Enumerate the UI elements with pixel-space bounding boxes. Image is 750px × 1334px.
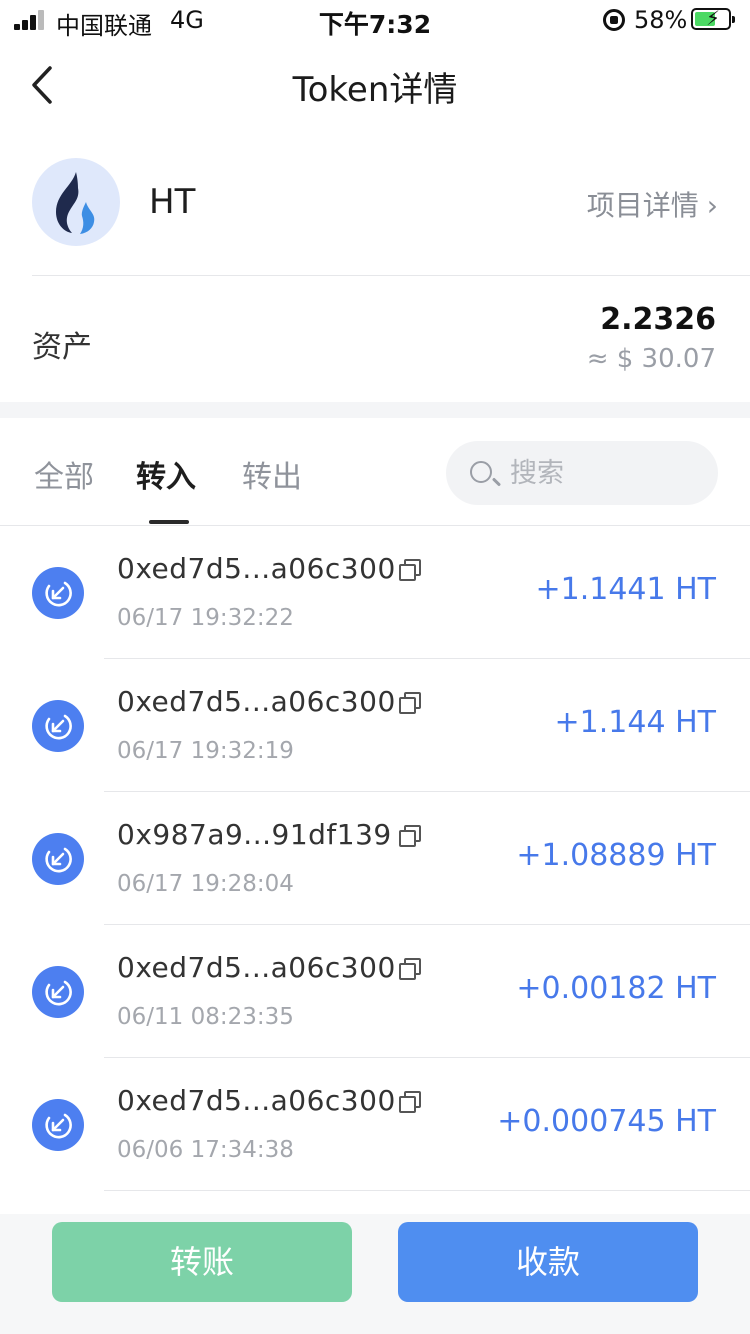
nav-bar: Token详情 — [0, 40, 750, 128]
tx-address: 0xed7d5...a06c300 — [117, 951, 396, 984]
chevron-right-icon: › — [706, 189, 718, 222]
tx-amount: +0.000745 HT — [497, 1104, 716, 1139]
bottom-action-bar: 转账 收款 — [0, 1214, 750, 1334]
page-title: Token详情 — [292, 70, 458, 110]
battery-percent: 58% — [634, 6, 688, 34]
tx-address: 0xed7d5...a06c300 — [117, 552, 396, 585]
tab-outgoing[interactable]: 转出 — [242, 452, 302, 496]
search-input[interactable] — [510, 455, 700, 491]
tx-address: 0x987a9...91df139 — [117, 818, 392, 851]
tx-time: 06/17 19:32:22 — [117, 605, 294, 631]
transaction-row[interactable]: 0xed7d5...a06c300 06/17 19:32:22 +1.1441… — [0, 526, 750, 659]
copy-icon[interactable] — [399, 1091, 421, 1113]
incoming-icon — [32, 966, 84, 1018]
transaction-row[interactable]: 0xed7d5...a06c300 06/11 08:23:35 +0.0018… — [0, 925, 750, 1058]
project-details-label: 项目详情 — [586, 189, 699, 222]
charging-icon: ⚡ — [706, 6, 721, 30]
tx-address: 0xed7d5...a06c300 — [117, 1084, 396, 1117]
tx-amount: +1.144 HT — [554, 705, 716, 740]
tab-all[interactable]: 全部 — [34, 452, 94, 496]
divider — [32, 275, 750, 276]
active-tab-indicator — [149, 520, 189, 524]
asset-fiat-value: ≈ $ 30.07 — [586, 344, 716, 374]
tab-incoming[interactable]: 转入 — [136, 452, 196, 496]
receive-button[interactable]: 收款 — [398, 1222, 698, 1302]
ht-logo-icon — [32, 158, 120, 246]
tx-address: 0xed7d5...a06c300 — [117, 685, 396, 718]
transaction-row[interactable]: 0xed7d5...a06c300 06/17 19:32:19 +1.144 … — [0, 659, 750, 792]
transfer-button[interactable]: 转账 — [52, 1222, 352, 1302]
search-box[interactable] — [446, 441, 718, 505]
rotation-lock-icon — [603, 9, 625, 31]
tx-time: 06/06 17:34:38 — [117, 1137, 294, 1163]
transaction-row[interactable]: 0xed7d5...a06c300 06/06 17:34:38 +0.0007… — [0, 1058, 750, 1191]
filter-tabs: 全部 转入 转出 — [0, 418, 750, 526]
tx-amount: +1.08889 HT — [516, 838, 716, 873]
project-details-link[interactable]: 项目详情 › — [587, 184, 718, 224]
incoming-icon — [32, 567, 84, 619]
asset-amount: 2.2326 — [600, 302, 716, 337]
copy-icon[interactable] — [399, 559, 421, 581]
search-icon — [470, 461, 492, 483]
copy-icon[interactable] — [399, 692, 421, 714]
tx-time: 06/11 08:23:35 — [117, 1004, 294, 1030]
incoming-icon — [32, 700, 84, 752]
tx-time: 06/17 19:32:19 — [117, 738, 294, 764]
row-divider — [104, 1190, 750, 1191]
status-bar: 中国联通 4G 下午7:32 58% ⚡ — [0, 0, 750, 40]
copy-icon[interactable] — [399, 958, 421, 980]
tx-amount: +1.1441 HT — [535, 572, 716, 607]
copy-icon[interactable] — [399, 825, 421, 847]
token-header: HT 项目详情 › — [32, 158, 750, 248]
asset-label: 资产 — [32, 330, 92, 365]
token-symbol: HT — [149, 182, 196, 222]
incoming-icon — [32, 833, 84, 885]
section-separator — [0, 402, 750, 418]
transaction-list: 0xed7d5...a06c300 06/17 19:32:22 +1.1441… — [0, 526, 750, 1191]
tx-time: 06/17 19:28:04 — [117, 871, 294, 897]
tx-amount: +0.00182 HT — [516, 971, 716, 1006]
transaction-row[interactable]: 0x987a9...91df139 06/17 19:28:04 +1.0888… — [0, 792, 750, 925]
incoming-icon — [32, 1099, 84, 1151]
